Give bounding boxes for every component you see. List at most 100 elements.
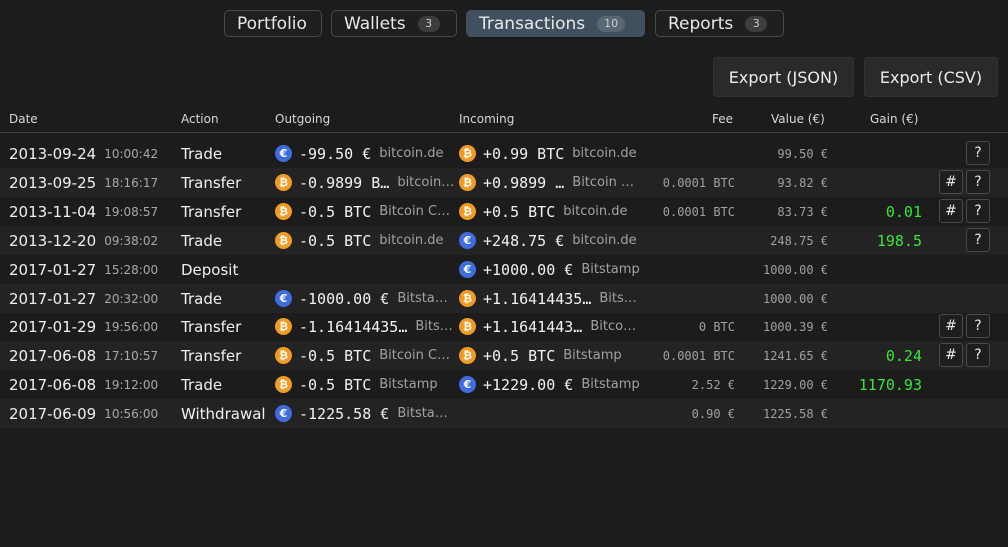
incoming-wallet[interactable]: bitcoin.de: [572, 146, 636, 161]
date-cell: 2013-12-20 09:38:02: [9, 226, 177, 255]
column-header-incoming[interactable]: Incoming: [459, 112, 514, 126]
incoming-wallet[interactable]: Bitstamp: [581, 262, 639, 277]
euro-icon: €: [275, 290, 292, 307]
action-cell: Trade: [181, 370, 269, 399]
outgoing-wallet[interactable]: Bitstamp: [397, 406, 455, 421]
outgoing-amount: -0.9899 B…: [299, 173, 390, 192]
action-cell: Withdrawal: [181, 399, 269, 428]
date-cell: 2017-01-29 19:56:00: [9, 312, 177, 341]
table-row[interactable]: 2013-09-25 18:16:17 Transfer ₿ -0.9899 B… bit…: [0, 168, 1008, 197]
help-button[interactable]: ?: [966, 141, 990, 165]
column-header-outgoing[interactable]: Outgoing: [275, 112, 330, 126]
export-json-button[interactable]: Export (JSON): [713, 57, 854, 97]
incoming-cell: ₿ +0.99 BTC bitcoin.de: [459, 139, 644, 168]
table-row[interactable]: 2013-11-04 19:08:57 Transfer ₿ -0.5 BTC Bitco…: [0, 197, 1008, 226]
date-text: 2013-09-24: [9, 144, 97, 163]
date-cell: 2013-09-24 10:00:42: [9, 139, 177, 168]
outgoing-wallet[interactable]: Bitstamp: [379, 377, 437, 392]
fee-cell: 0 BTC: [698, 319, 735, 334]
table-row[interactable]: 2017-01-27 15:28:00 Deposit € +1000.00 € Bits…: [0, 255, 1008, 284]
date-text: 2017-06-08: [9, 346, 97, 365]
table-row[interactable]: 2013-09-24 10:00:42 Trade € -99.50 € bitcoin.…: [0, 139, 1008, 168]
table-row[interactable]: 2017-01-29 19:56:00 Transfer ₿ -1.16414435… B…: [0, 312, 1008, 341]
date-text: 2017-01-27: [9, 289, 97, 308]
outgoing-wallet[interactable]: bitcoin…: [397, 175, 454, 190]
column-header-date[interactable]: Date: [9, 112, 38, 126]
incoming-cell: € +248.75 € bitcoin.de: [459, 226, 644, 255]
hash-button[interactable]: #: [939, 199, 963, 223]
date-text: 2013-11-04: [9, 202, 97, 221]
table-row[interactable]: 2017-06-08 17:10:57 Transfer ₿ -0.5 BTC Bitco…: [0, 341, 1008, 370]
incoming-wallet[interactable]: bitcoin.de: [572, 233, 636, 248]
bitcoin-icon: ₿: [275, 318, 292, 335]
incoming-wallet[interactable]: Bitco…: [590, 319, 636, 334]
outgoing-cell: € -1000.00 € Bitstamp: [275, 284, 455, 313]
incoming-cell: ₿ +1.16414435… Bits…: [459, 284, 644, 313]
help-button[interactable]: ?: [966, 199, 990, 223]
incoming-wallet[interactable]: bitcoin.de: [563, 204, 627, 219]
outgoing-wallet[interactable]: Bits…: [415, 319, 452, 334]
action-text: Trade: [181, 375, 223, 394]
fee-cell: 2.52 €: [691, 377, 735, 392]
column-header-gain[interactable]: Gain (€): [870, 112, 918, 126]
tab-portfolio[interactable]: Portfolio: [224, 10, 322, 37]
hash-button[interactable]: #: [939, 314, 963, 338]
gain-cell: 0.01: [885, 202, 922, 221]
time-text: 10:56:00: [104, 406, 159, 421]
help-button[interactable]: ?: [966, 314, 990, 338]
incoming-wallet[interactable]: Bitcoin …: [572, 175, 634, 190]
tab-label: Transactions: [479, 13, 586, 34]
column-header-action[interactable]: Action: [181, 112, 219, 126]
incoming-amount: +0.9899 …: [483, 173, 565, 192]
date-text: 2017-01-29: [9, 317, 97, 336]
bitcoin-icon: ₿: [275, 232, 292, 249]
gain-cell: 198.5: [876, 231, 922, 250]
time-text: 19:12:00: [104, 377, 159, 392]
time-text: 10:00:42: [104, 146, 159, 161]
incoming-amount: +0.99 BTC: [483, 144, 565, 163]
incoming-amount: +248.75 €: [483, 231, 565, 250]
action-text: Transfer: [181, 317, 242, 336]
outgoing-wallet[interactable]: Bitcoin Core: [379, 204, 455, 219]
outgoing-cell: ₿ -0.5 BTC Bitcoin Core: [275, 341, 455, 370]
hash-button[interactable]: #: [939, 343, 963, 367]
column-header-value[interactable]: Value (€): [771, 112, 825, 126]
time-text: 17:10:57: [104, 348, 159, 363]
action-cell: Trade: [181, 226, 269, 255]
incoming-wallet[interactable]: Bits…: [599, 291, 636, 306]
gain-cell: [840, 399, 922, 428]
incoming-cell: ₿ +0.9899 … Bitcoin …: [459, 168, 644, 197]
tab-count-badge: 10: [597, 15, 626, 32]
action-text: Transfer: [181, 346, 242, 365]
incoming-amount: +1.16414435…: [483, 289, 592, 308]
export-csv-button[interactable]: Export (CSV): [864, 57, 998, 97]
bitcoin-icon: ₿: [459, 174, 476, 191]
outgoing-wallet[interactable]: Bitstamp: [397, 291, 455, 306]
help-button[interactable]: ?: [966, 170, 990, 194]
euro-icon: €: [459, 232, 476, 249]
outgoing-amount: -1.16414435…: [299, 317, 408, 336]
action-cell: Transfer: [181, 168, 269, 197]
table-row[interactable]: 2013-12-20 09:38:02 Trade ₿ -0.5 BTC bitcoin.…: [0, 226, 1008, 255]
help-button[interactable]: ?: [966, 343, 990, 367]
table-row[interactable]: 2017-06-08 19:12:00 Trade ₿ -0.5 BTC Bitstamp…: [0, 370, 1008, 399]
hash-button[interactable]: #: [939, 170, 963, 194]
column-header-fee[interactable]: Fee: [712, 112, 733, 126]
table-row[interactable]: 2017-06-09 10:56:00 Withdrawal € -1225.58 € B…: [0, 399, 1008, 428]
outgoing-wallet[interactable]: bitcoin.de: [379, 233, 443, 248]
table-row[interactable]: 2017-01-27 20:32:00 Trade € -1000.00 € Bitsta…: [0, 284, 1008, 313]
incoming-wallet[interactable]: Bitstamp: [581, 377, 639, 392]
tab-reports[interactable]: Reports 3: [655, 10, 784, 37]
incoming-wallet[interactable]: Bitstamp: [563, 348, 621, 363]
outgoing-cell: ₿ -0.9899 B… bitcoin…: [275, 168, 455, 197]
outgoing-amount: -99.50 €: [299, 144, 372, 163]
tab-transactions[interactable]: Transactions 10: [466, 10, 645, 37]
fee-cell: [640, 139, 735, 168]
bitcoin-icon: ₿: [459, 347, 476, 364]
tab-wallets[interactable]: Wallets 3: [331, 10, 457, 37]
action-text: Withdrawal: [181, 404, 266, 423]
bitcoin-icon: ₿: [275, 203, 292, 220]
outgoing-wallet[interactable]: Bitcoin Core: [379, 348, 455, 363]
help-button[interactable]: ?: [966, 228, 990, 252]
outgoing-wallet[interactable]: bitcoin.de: [379, 146, 443, 161]
